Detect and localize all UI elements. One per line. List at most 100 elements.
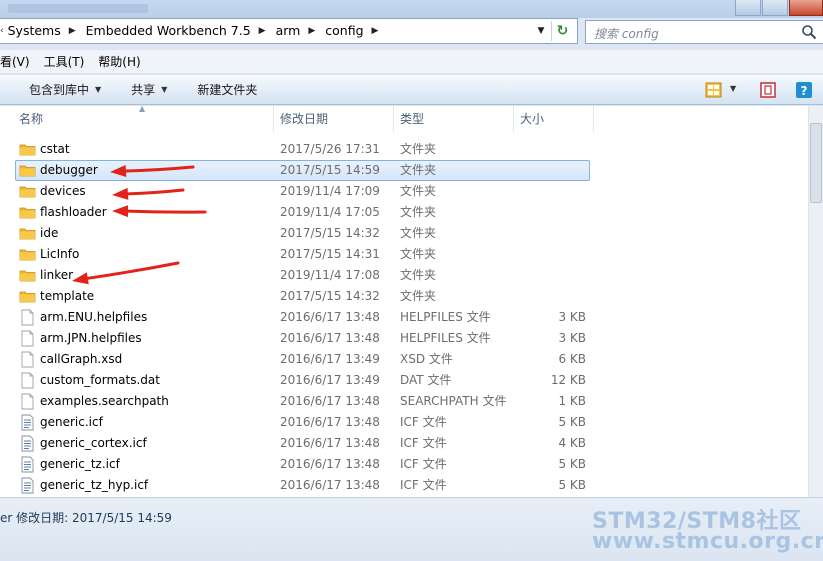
chevron-down-icon[interactable]: ▼	[532, 22, 550, 40]
file-name: arm.ENU.helpfiles	[40, 310, 148, 324]
file-date: 2016/6/17 13:48	[280, 436, 380, 450]
help-icon[interactable]: ?	[795, 81, 813, 99]
file-date: 2017/5/15 14:59	[280, 163, 380, 177]
file-name: devices	[40, 184, 86, 198]
file-type: 文件夹	[400, 247, 437, 261]
chevron-down-icon[interactable]: ▼	[730, 84, 736, 93]
folder-icon	[19, 141, 36, 158]
file-row[interactable]: examples.searchpath 2016/6/17 13:48 SEARCH…	[0, 391, 808, 412]
file-row[interactable]: arm.JPN.helpfiles 2016/6/17 13:48 HELPFILE…	[0, 328, 808, 349]
column-type[interactable]: 类型	[394, 106, 514, 132]
folder-icon	[19, 225, 36, 242]
breadcrumb-chevron-icon[interactable]: ▶	[366, 26, 387, 36]
file-size: 3 KB	[558, 331, 586, 345]
share-button[interactable]: 共享 ▼	[116, 81, 182, 98]
folder-row[interactable]: devices 2019/11/4 17:09 文件夹	[0, 181, 808, 202]
file-type: 文件夹	[400, 268, 437, 282]
file-row[interactable]: custom_formats.dat 2016/6/17 13:49 DAT 文件 1…	[0, 370, 808, 391]
folder-row[interactable]: ide 2017/5/15 14:32 文件夹	[0, 223, 808, 244]
chevron-down-icon: ▼	[95, 85, 102, 94]
file-date: 2017/5/26 17:31	[280, 142, 380, 156]
file-list-pane[interactable]: 名称 修改日期 类型 大小 ▲ cstat 2017/5/26 17:31 文件夹 d…	[0, 106, 808, 497]
column-size[interactable]: 大小	[514, 106, 594, 132]
folder-row[interactable]: flashloader 2019/11/4 17:05 文件夹	[0, 202, 808, 223]
new-folder-button[interactable]: 新建文件夹	[182, 81, 272, 98]
breadcrumb-item[interactable]: config	[323, 23, 365, 38]
refresh-icon[interactable]: ↻	[551, 21, 573, 41]
file-row[interactable]: generic.icf 2016/6/17 13:48 ICF 文件 5 KB	[0, 412, 808, 433]
folder-row[interactable]: LicInfo 2017/5/15 14:31 文件夹	[0, 244, 808, 265]
file-date: 2017/5/15 14:32	[280, 289, 380, 303]
menu-item[interactable]: 帮助(H)	[91, 53, 147, 70]
file-row[interactable]: callGraph.xsd 2016/6/17 13:49 XSD 文件 6 KB	[0, 349, 808, 370]
icf-file-icon	[19, 414, 36, 431]
column-date[interactable]: 修改日期	[274, 106, 394, 132]
file-size: 12 KB	[550, 373, 586, 387]
file-size	[515, 202, 586, 223]
file-size: 5 KB	[558, 457, 586, 471]
file-size	[515, 160, 586, 181]
file-row[interactable]: generic_tz.icf 2016/6/17 13:48 ICF 文件 5 KB	[0, 454, 808, 475]
vertical-scrollbar[interactable]	[808, 106, 823, 497]
maximize-button[interactable]	[762, 0, 788, 16]
menu-item[interactable]: 看(V)	[0, 53, 37, 70]
file-type: XSD 文件	[400, 352, 453, 366]
menu-bar: 看(V) 工具(T) 帮助(H)	[0, 50, 823, 74]
file-row[interactable]: generic_cortex.icf 2016/6/17 13:48 ICF 文件 4…	[0, 433, 808, 454]
file-date: 2019/11/4 17:08	[280, 268, 380, 282]
file-name: LicInfo	[40, 247, 80, 261]
minimize-button[interactable]	[735, 0, 761, 16]
file-type: DAT 文件	[400, 373, 452, 387]
breadcrumb-item[interactable]: Embedded Workbench 7.5	[84, 23, 253, 38]
file-type: HELPFILES 文件	[400, 331, 491, 345]
file-date: 2019/11/4 17:05	[280, 205, 380, 219]
file-name: generic_cortex.icf	[40, 436, 147, 450]
file-size: 4 KB	[558, 436, 586, 450]
file-type: 文件夹	[400, 184, 437, 198]
folder-row[interactable]: linker 2019/11/4 17:08 文件夹	[0, 265, 808, 286]
address-bar[interactable]: ‹ Systems ▶ Embedded Workbench 7.5 ▶ arm ▶ conf…	[0, 18, 578, 44]
column-header: 名称 修改日期 类型 大小 ▲	[0, 106, 808, 132]
file-name: callGraph.xsd	[40, 352, 123, 366]
toolbar: 包含到库中 ▼ 共享 ▼ 新建文件夹 ▼ ?	[0, 75, 823, 105]
file-size: 1 KB	[558, 394, 586, 408]
breadcrumb-item[interactable]: Systems	[6, 23, 63, 38]
search-icon[interactable]	[801, 24, 817, 40]
search-input[interactable]: 搜索 config	[585, 20, 823, 44]
close-button[interactable]	[789, 0, 823, 16]
view-options-icon[interactable]	[705, 81, 723, 99]
file-type: 文件夹	[400, 289, 437, 303]
file-date: 2016/6/17 13:48	[280, 331, 380, 345]
file-name: examples.searchpath	[40, 394, 169, 408]
file-row[interactable]: arm.ENU.helpfiles 2016/6/17 13:48 HELPFILE…	[0, 307, 808, 328]
file-name: template	[40, 289, 95, 303]
menu-item[interactable]: 工具(T)	[37, 53, 92, 70]
file-name: ide	[40, 226, 59, 240]
file-size	[515, 265, 586, 286]
file-type: ICF 文件	[400, 457, 447, 471]
search-placeholder: 搜索 config	[594, 27, 659, 41]
file-type: ICF 文件	[400, 478, 447, 492]
file-date: 2016/6/17 13:48	[280, 415, 380, 429]
file-date: 2016/6/17 13:48	[280, 478, 380, 492]
include-in-library-button[interactable]: 包含到库中 ▼	[0, 81, 116, 98]
icf-file-icon	[19, 477, 36, 494]
breadcrumb-chevron-icon[interactable]: ▶	[253, 26, 274, 36]
preview-pane-icon[interactable]	[759, 81, 777, 99]
breadcrumb-item[interactable]: arm	[274, 23, 303, 38]
folder-row[interactable]: cstat 2017/5/26 17:31 文件夹	[0, 139, 808, 160]
file-name: generic_tz_hyp.icf	[40, 478, 149, 492]
file-size: 3 KB	[558, 310, 586, 324]
file-date: 2016/6/17 13:48	[280, 457, 380, 471]
file-name: debugger	[40, 163, 98, 177]
scrollbar-thumb[interactable]	[810, 123, 822, 203]
folder-row[interactable]: debugger 2017/5/15 14:59 文件夹	[0, 160, 808, 181]
file-size: 6 KB	[558, 352, 586, 366]
folder-row[interactable]: template 2017/5/15 14:32 文件夹	[0, 286, 808, 307]
file-name: generic_tz.icf	[40, 457, 120, 471]
folder-icon	[19, 183, 36, 200]
breadcrumb-chevron-icon[interactable]: ▶	[63, 26, 84, 36]
file-date: 2019/11/4 17:09	[280, 184, 380, 198]
file-row[interactable]: generic_tz_hyp.icf 2016/6/17 13:48 ICF 文件 5…	[0, 475, 808, 496]
breadcrumb-chevron-icon[interactable]: ▶	[302, 26, 323, 36]
